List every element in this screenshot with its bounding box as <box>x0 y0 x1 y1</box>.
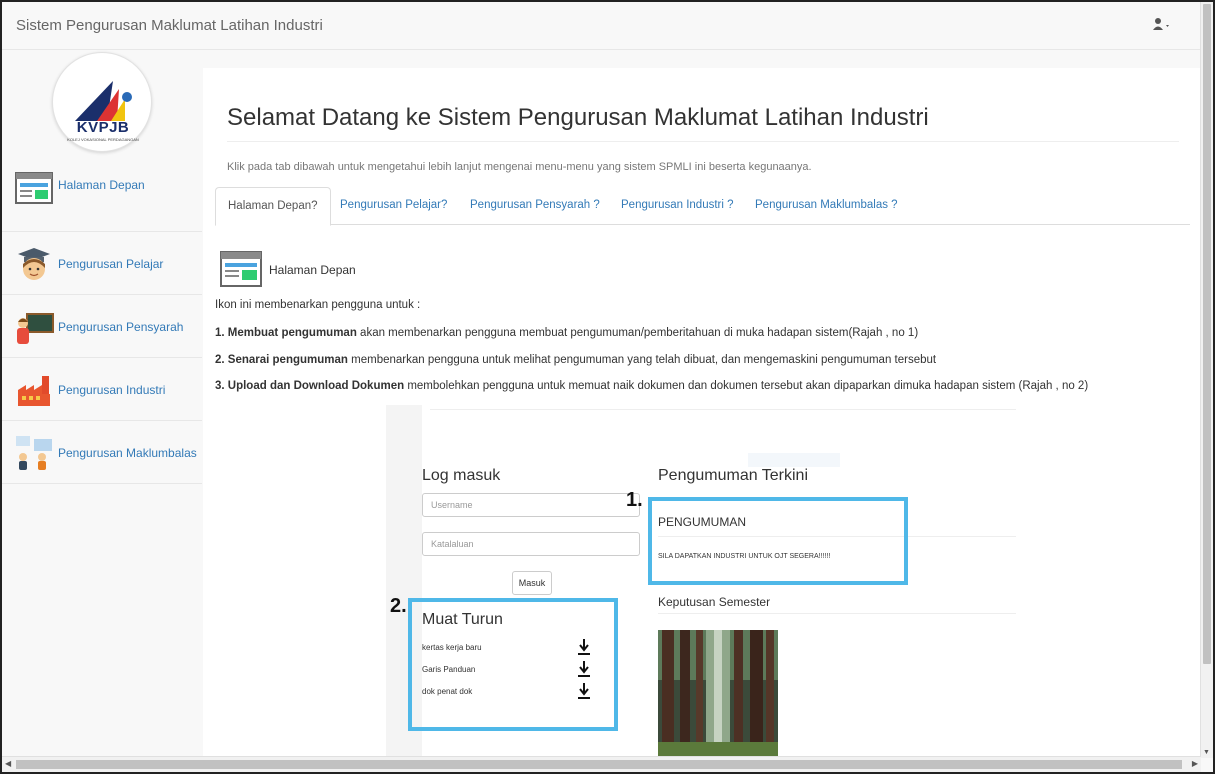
sidebar-item-pengurusan-pensyarah[interactable]: Pengurusan Pensyarah <box>2 295 202 358</box>
page-title: Selamat Datang ke Sistem Pengurusan Makl… <box>227 104 929 131</box>
tab-bar: Halaman Depan? Pengurusan Pelajar? Pengu… <box>215 187 1190 226</box>
feature-point-title: 1. Membuat pengumuman <box>215 327 357 339</box>
vertical-scroll-thumb[interactable] <box>1203 4 1211 664</box>
feature-point-title: 3. Upload dan Download Dokumen <box>215 380 405 392</box>
app-brand[interactable]: Sistem Pengurusan Maklumat Latihan Indus… <box>16 17 323 34</box>
logo-subtitle: KOLEJ VOKASIONAL PERDAGANGAN <box>67 137 139 142</box>
semester-title: Keputusan Semester <box>658 595 771 609</box>
sidebar-item-pengurusan-maklumbalas[interactable]: Pengurusan Maklumbalas <box>2 421 202 484</box>
login-button[interactable]: Masuk <box>512 571 552 595</box>
sidebar-item-label: Halaman Depan <box>58 178 145 192</box>
tab-pengurusan-pensyarah[interactable]: Pengurusan Pensyarah ? <box>458 187 612 225</box>
homepage-window-icon <box>15 172 53 204</box>
forest-image <box>658 630 778 759</box>
top-navbar: Sistem Pengurusan Maklumat Latihan Indus… <box>2 2 1201 50</box>
divider <box>227 141 1179 142</box>
sidebar-item-halaman-depan[interactable]: Halaman Depan <box>2 166 202 232</box>
feature-point-text: membolehkan pengguna untuk memuat naik d… <box>404 380 1089 392</box>
tab-pengurusan-maklumbalas[interactable]: Pengurusan Maklumbalas ? <box>743 187 910 225</box>
logo-text: KVPJB <box>76 119 130 136</box>
college-logo: KVPJB KOLEJ VOKASIONAL PERDAGANGAN <box>52 52 152 152</box>
sidebar-item-label: Pengurusan Pelajar <box>58 257 164 271</box>
vertical-scrollbar[interactable]: ▼ <box>1200 2 1213 758</box>
horizontal-scroll-thumb[interactable] <box>16 760 1182 769</box>
horizontal-scrollbar[interactable]: ◀ ▶ <box>2 756 1201 772</box>
sidebar: KVPJB KOLEJ VOKASIONAL PERDAGANGAN Halam… <box>2 50 202 758</box>
scroll-right-arrow-icon[interactable]: ▶ <box>1192 759 1198 768</box>
password-input[interactable]: Katalaluan <box>422 532 640 556</box>
sidebar-item-label: Pengurusan Industri <box>58 383 166 397</box>
graduate-student-icon <box>18 248 50 280</box>
sidebar-item-pengurusan-industri[interactable]: Pengurusan Industri <box>2 358 202 421</box>
homepage-window-icon <box>220 251 262 287</box>
login-title: Log masuk <box>422 467 501 484</box>
sidebar-item-label: Pengurusan Maklumbalas <box>58 446 197 460</box>
sidebar-item-label: Pengurusan Pensyarah <box>58 320 184 334</box>
browser-frame: Sistem Pengurusan Maklumat Latihan Indus… <box>0 0 1215 774</box>
divider <box>658 613 1016 614</box>
tab-pengurusan-pelajar[interactable]: Pengurusan Pelajar? <box>328 187 459 225</box>
figure-screenshot: Log masuk Username Katalaluan Masuk Peng… <box>386 405 1018 759</box>
lecturer-blackboard-icon <box>17 313 54 344</box>
main-content: Selamat Datang ke Sistem Pengurusan Makl… <box>203 68 1201 759</box>
highlight-box-download <box>408 598 618 731</box>
feature-point-text: membenarkan pengguna untuk melihat pengu… <box>347 354 937 366</box>
feature-point-title: 2. Senarai pengumuman <box>215 354 348 366</box>
section-description: Ikon ini membenarkan pengguna untuk : <box>215 299 421 311</box>
sidebar-menu: Halaman Depan Pengurusan Pelajar Penguru… <box>2 166 202 484</box>
factory-icon <box>18 376 50 406</box>
feature-point: 1. Membuat pengumuman akan membenarkan p… <box>215 327 918 339</box>
scroll-left-arrow-icon[interactable]: ◀ <box>5 759 11 768</box>
tab-halaman-depan[interactable]: Halaman Depan? <box>215 187 331 226</box>
tab-pengurusan-industri[interactable]: Pengurusan Industri ? <box>609 187 746 225</box>
callout-number-1: 1. <box>626 489 643 511</box>
divider <box>430 409 1016 410</box>
announcement-title: Pengumuman Terkini <box>658 467 809 484</box>
scroll-down-arrow-icon[interactable]: ▼ <box>1203 749 1210 756</box>
feature-point: 2. Senarai pengumuman membenarkan penggu… <box>215 354 936 366</box>
feature-point-text: akan membenarkan pengguna membuat pengum… <box>356 327 919 339</box>
feature-point: 3. Upload dan Download Dokumen membolehk… <box>215 380 1088 392</box>
user-icon[interactable] <box>1153 17 1171 34</box>
feedback-chat-icon <box>16 436 52 470</box>
faint-banner <box>748 453 840 467</box>
username-input[interactable]: Username <box>422 493 640 517</box>
callout-number-2: 2. <box>390 595 407 617</box>
section-title: Halaman Depan <box>269 263 356 277</box>
intro-text: Klik pada tab dibawah untuk mengetahui l… <box>227 161 812 173</box>
highlight-box-announcement <box>648 497 908 585</box>
sidebar-item-pengurusan-pelajar[interactable]: Pengurusan Pelajar <box>2 232 202 295</box>
